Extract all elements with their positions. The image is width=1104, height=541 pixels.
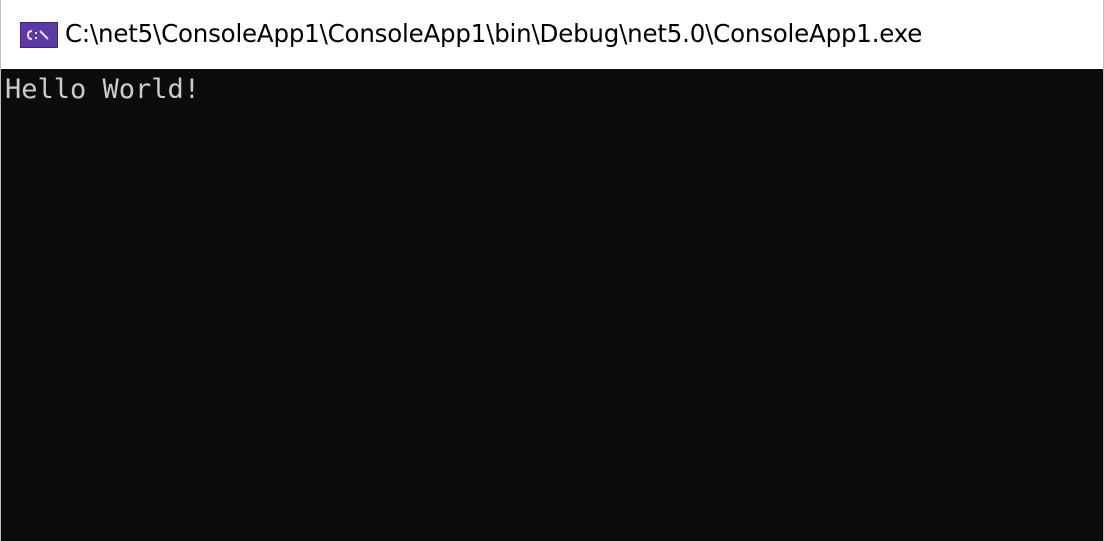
title-bar[interactable]: C:\net5\ConsoleApp1\ConsoleApp1\bin\Debu…: [1, 0, 1103, 69]
window-title: C:\net5\ConsoleApp1\ConsoleApp1\bin\Debu…: [65, 19, 923, 49]
console-app-icon[interactable]: [20, 21, 58, 48]
console-window: C:\net5\ConsoleApp1\ConsoleApp1\bin\Debu…: [0, 0, 1104, 541]
console-glyph-icon: [26, 29, 49, 40]
console-output-area[interactable]: Hello World!: [1, 69, 1103, 541]
console-line: Hello World!: [5, 74, 201, 105]
